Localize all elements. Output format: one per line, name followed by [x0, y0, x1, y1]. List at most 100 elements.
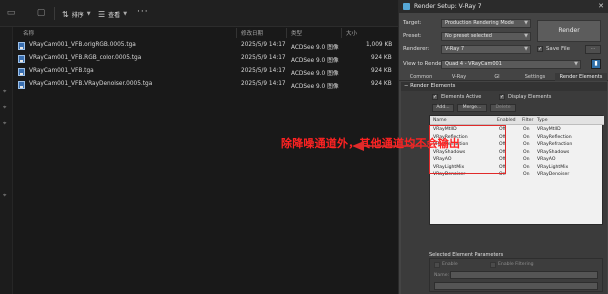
col-type[interactable]: Type	[537, 118, 548, 123]
file-date: 2025/5/9 14:17	[241, 55, 286, 61]
element-filter: On	[523, 149, 530, 155]
merge-button[interactable]: Merge...	[457, 104, 487, 112]
file-name: VRayCam001_VFB.RGB_color.0005.tga	[29, 55, 142, 61]
file-size: 1,009 KB	[366, 42, 393, 48]
lock-view-icon[interactable]: ▮	[591, 59, 601, 69]
name-label: Name:	[434, 273, 450, 278]
view-icon: ☰	[98, 9, 106, 19]
file-type: ACDSee 9.0 图像	[291, 71, 339, 77]
pin-icon[interactable]: ⌖	[3, 89, 9, 95]
view-button[interactable]: ☰ 查看 ▼	[98, 7, 127, 21]
add-button[interactable]: Add...	[432, 104, 454, 112]
annotation-highlight-box	[429, 125, 506, 174]
element-type: VRayRefraction	[537, 142, 573, 147]
tab-common[interactable]: Common	[403, 73, 439, 81]
sort-button[interactable]: ⇅ 排序 ▼	[62, 7, 91, 21]
element-filter: On	[523, 164, 530, 170]
save-file-checkbox[interactable]: ✓	[537, 46, 543, 52]
column-size[interactable]: 大小	[346, 29, 357, 37]
element-type: VRayDenoiser	[537, 172, 570, 177]
sort-icon: ⇅	[62, 9, 69, 19]
view-value: Quad 4 - VRayCam001	[445, 61, 502, 67]
column-date[interactable]: 修改日期	[241, 29, 263, 37]
selected-params-panel: Enable Enable Filtering Name:	[429, 258, 603, 292]
teapot-icon	[403, 3, 410, 10]
tab-gi[interactable]: GI	[479, 73, 515, 81]
target-value: Production Rendering Mode	[445, 20, 514, 26]
preset-dropdown[interactable]: No preset selected ▼	[441, 32, 531, 41]
file-name: VRayCam001_VFB.VRayDenoiser.0005.tga	[29, 81, 153, 87]
file-type: ACDSee 9.0 图像	[291, 58, 339, 64]
preset-value: No preset selected	[445, 33, 492, 39]
col-name[interactable]: Name	[433, 118, 447, 123]
view-to-render-label: View to Render:	[403, 61, 446, 67]
chevron-down-icon: ▼	[524, 46, 528, 52]
column-divider[interactable]	[286, 28, 287, 38]
view-to-render-dropdown[interactable]: Quad 4 - VRayCam001 ▼	[441, 60, 581, 69]
image-file-icon	[18, 81, 25, 89]
file-row[interactable]: VRayCam001_VFB.VRayDenoiser.0005.tga 202…	[13, 79, 398, 91]
element-type: VRayShadows	[537, 149, 570, 155]
elements-active-checkbox[interactable]: ✓	[432, 94, 438, 100]
dialog-title: Render Setup: V-Ray 7	[414, 3, 482, 10]
more-icon[interactable]: ···	[137, 7, 149, 17]
rollout-header[interactable]: − Render Elements	[401, 82, 607, 91]
target-label: Target:	[403, 20, 422, 26]
save-file-browse-button[interactable]: ...	[585, 45, 601, 54]
copy-icon[interactable]: ▭	[5, 8, 17, 19]
file-size: 924 KB	[371, 81, 392, 87]
file-row[interactable]: VRayCam001_VFB.tga 2025/5/9 14:17 ACDSee…	[13, 66, 398, 78]
file-date: 2025/5/9 14:17	[241, 68, 286, 74]
chevron-down-icon: ▼	[123, 11, 128, 17]
column-divider[interactable]	[236, 28, 237, 38]
element-type: VRayAO	[537, 157, 556, 162]
render-button[interactable]: Render	[537, 20, 601, 42]
column-divider[interactable]	[341, 28, 342, 38]
chevron-down-icon: ▼	[574, 61, 578, 67]
dialog-titlebar[interactable]: Render Setup: V-Ray 7 ✕	[399, 0, 608, 13]
sort-label: 排序	[71, 11, 84, 19]
chevron-down-icon: ▼	[524, 33, 528, 39]
element-filter: On	[523, 127, 530, 132]
enable-label: Enable	[442, 262, 458, 267]
file-size: 924 KB	[371, 68, 392, 74]
tab-vray[interactable]: V-Ray	[441, 73, 477, 81]
column-name[interactable]: 名称	[23, 29, 34, 37]
enable-filtering-label: Enable Filtering	[498, 262, 534, 267]
element-filter: On	[523, 134, 530, 140]
preset-label: Preset:	[403, 33, 422, 39]
list-header: Name Enabled Filter Type	[430, 116, 604, 125]
target-dropdown[interactable]: Production Rendering Mode ▼	[441, 19, 531, 28]
tab-settings[interactable]: Settings	[517, 73, 553, 81]
pin-icon[interactable]: ⌖	[3, 193, 9, 199]
delete-icon[interactable]: ▢	[35, 8, 47, 19]
close-icon[interactable]: ✕	[598, 2, 604, 10]
enable-checkbox[interactable]	[434, 262, 440, 268]
dialog-tabs: Common V-Ray GI Settings Render Elements	[399, 72, 608, 81]
toolbar-divider	[54, 7, 55, 20]
element-type: VRayReflection	[537, 134, 572, 140]
col-filter[interactable]: Filter	[522, 118, 533, 123]
tab-render-elements[interactable]: Render Elements	[555, 73, 607, 81]
renderer-dropdown[interactable]: V-Ray 7 ▼	[441, 45, 531, 54]
element-output-field[interactable]	[434, 282, 598, 290]
display-elements-checkbox[interactable]: ✓	[499, 94, 505, 100]
file-row[interactable]: VRayCam001_VFB.origRGB.0005.tga 2025/5/9…	[13, 40, 398, 52]
element-name-field[interactable]	[450, 271, 598, 279]
element-filter: On	[523, 157, 530, 162]
navigation-pane: ⌖ ⌖ ⌖ ⌖	[0, 27, 13, 294]
enable-filtering-checkbox[interactable]	[490, 262, 496, 268]
file-name: VRayCam001_VFB.origRGB.0005.tga	[29, 42, 136, 48]
col-enabled[interactable]: Enabled	[497, 118, 516, 123]
file-date: 2025/5/9 14:17	[241, 42, 286, 48]
file-row[interactable]: VRayCam001_VFB.RGB_color.0005.tga 2025/5…	[13, 53, 398, 65]
element-type: VRayMtlID	[537, 127, 561, 132]
pin-icon[interactable]: ⌖	[3, 121, 9, 127]
delete-button[interactable]: Delete	[490, 104, 516, 112]
explorer-toolbar: ▭ ▢ ⇅ 排序 ▼ ☰ 查看 ▼ ···	[0, 0, 398, 27]
column-type[interactable]: 类型	[291, 29, 302, 37]
chevron-down-icon: ▼	[86, 11, 91, 17]
renderer-value: V-Ray 7	[445, 46, 465, 52]
pin-icon[interactable]: ⌖	[3, 105, 9, 111]
image-file-icon	[18, 55, 25, 63]
